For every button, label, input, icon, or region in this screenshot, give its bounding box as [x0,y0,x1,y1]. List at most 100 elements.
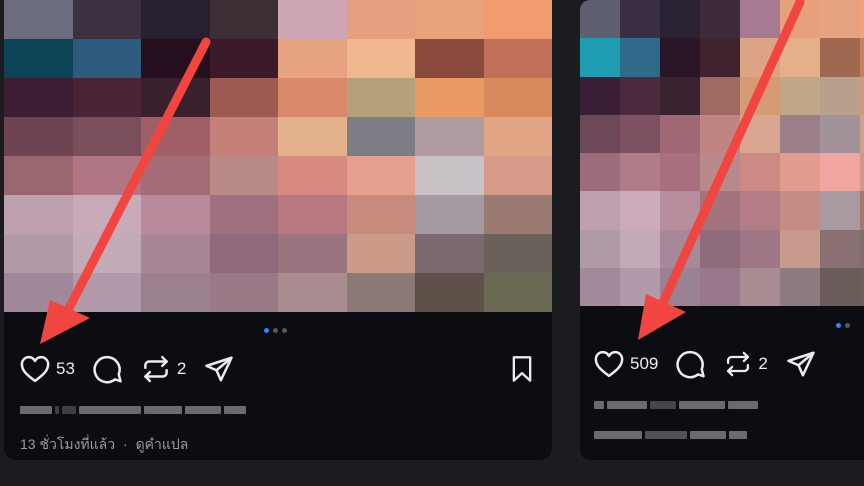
mosaic-tile [141,117,210,156]
heart-icon [594,350,624,378]
mosaic-tile [660,114,700,153]
meta-separator: · [123,436,128,452]
mosaic-tile [4,78,73,117]
mosaic-tile [209,156,278,195]
mosaic-tile [141,39,210,78]
mosaic-tile [860,153,864,192]
mosaic-tile [660,191,700,230]
mosaic-tile [660,0,700,39]
pixelated-post-image[interactable] [4,0,552,312]
mosaic-tile [415,0,484,39]
mosaic-tile [72,273,141,312]
bookmark-icon [512,356,532,382]
mosaic-tile [72,195,141,234]
like-button[interactable]: 509 [594,350,658,378]
mosaic-tile [700,267,740,306]
mosaic-tile [72,117,141,156]
carousel-indicator [264,328,287,333]
mosaic-tile [4,0,73,39]
mosaic-tile [209,0,278,39]
mosaic-tile [483,156,552,195]
comment-icon [676,350,706,379]
mosaic-tile [346,195,415,234]
mosaic-tile [4,156,73,195]
mosaic-tile [740,229,780,268]
mosaic-tile [620,38,660,77]
mosaic-tile [820,38,860,77]
share-button[interactable] [786,349,816,379]
mosaic-tile [660,229,700,268]
repost-button[interactable]: 2 [141,354,186,384]
mosaic-tile [620,191,660,230]
carousel-dot-active [264,328,269,333]
mosaic-tile [278,195,347,234]
mosaic-tile [278,273,347,312]
mosaic-tile [483,117,552,156]
mosaic-tile [141,0,210,39]
comment-button[interactable] [93,354,123,384]
mosaic-tile [415,234,484,273]
see-translation-link[interactable]: ดูคำแปล [136,436,189,452]
mosaic-tile [346,78,415,117]
mosaic-tile [346,117,415,156]
pixelated-post-image[interactable] [580,0,864,306]
mosaic-tile [820,153,860,192]
repost-count: 2 [176,359,187,378]
mosaic-tile [141,195,210,234]
mosaic-tile [820,191,860,230]
mosaic-tile [700,229,740,268]
repost-count: 2 [758,354,768,373]
pixelated-caption-line [594,430,747,439]
mosaic-tile [740,0,780,39]
mosaic-tile [780,153,820,192]
mosaic-tile [860,76,864,115]
mosaic-tile [4,195,73,234]
mosaic-tile [820,76,860,115]
comment-icon [93,355,122,384]
mosaic-tile [415,39,484,78]
mosaic-tile [620,114,660,153]
pixelated-caption [594,400,758,409]
mosaic-tile [860,38,864,77]
mosaic-tile [346,273,415,312]
mosaic-tile [780,267,820,306]
carousel-dot-active [836,323,841,328]
mosaic-tile [700,191,740,230]
mosaic-tile [860,0,864,39]
mosaic-tile [740,191,780,230]
save-button[interactable] [509,355,535,388]
mosaic-tile [278,156,347,195]
mosaic-tile [278,39,347,78]
mosaic-tile [415,195,484,234]
mosaic-tile [580,0,620,39]
send-icon [205,356,234,382]
mosaic-tile [141,78,210,117]
mosaic-tile [415,156,484,195]
mosaic-tile [780,229,820,268]
mosaic-tile [580,229,620,268]
mosaic-tile [209,78,278,117]
share-button[interactable] [204,354,234,384]
mosaic-tile [72,78,141,117]
mosaic-tile [620,153,660,192]
like-button[interactable]: 53 [20,355,75,383]
repost-button[interactable]: 2 [724,350,768,378]
mosaic-tile [278,78,347,117]
mosaic-tile [415,117,484,156]
mosaic-tile [346,156,415,195]
mosaic-tile [660,267,700,306]
mosaic-tile [209,234,278,273]
carousel-dot [845,323,850,328]
mosaic-tile [780,38,820,77]
mosaic-tile [141,234,210,273]
post-meta: 13 ชั่วโมงที่แล้ว · ดูคำแปล [20,434,188,456]
mosaic-tile [740,38,780,77]
mosaic-tile [820,267,860,306]
repost-icon [144,355,168,383]
mosaic-tile [820,229,860,268]
like-count: 53 [56,359,75,378]
mosaic-tile [580,76,620,115]
mosaic-tile [209,39,278,78]
mosaic-tile [780,0,820,39]
comment-button[interactable] [676,349,706,379]
